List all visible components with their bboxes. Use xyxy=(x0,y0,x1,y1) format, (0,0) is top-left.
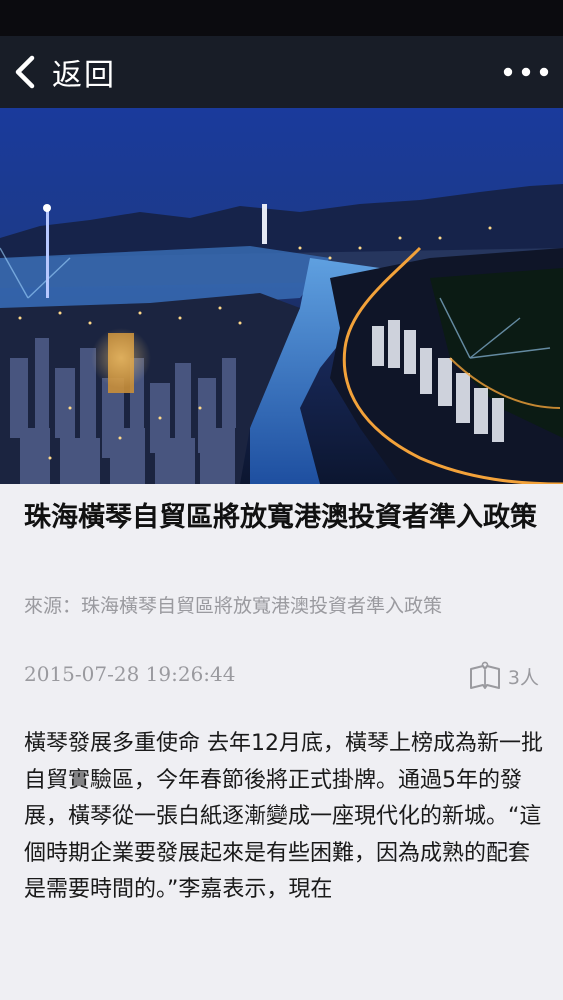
more-button[interactable] xyxy=(499,52,553,92)
back-button[interactable]: 返回 xyxy=(12,48,116,96)
article-title: 珠海橫琴自貿區將放寬港澳投資者準入政策 xyxy=(24,502,537,533)
nav-bar: 返回 xyxy=(0,36,563,108)
readers-count-label: 3人 xyxy=(507,666,539,689)
back-label: 返回 xyxy=(52,58,116,93)
more-horizontal-icon xyxy=(503,67,549,77)
book-reader-icon xyxy=(469,661,500,689)
chevron-left-icon xyxy=(15,55,35,89)
article-source: 來源：珠海橫琴自貿區將放寬港澳投資者準入政策 xyxy=(24,595,443,617)
status-bar xyxy=(0,0,563,36)
article-timestamp: 2015-07-28 19:26:44 xyxy=(24,662,236,686)
article-body: 橫琴發展多重使命 去年12月底，橫琴上榜成為新一批自貿實驗區，今年春節後將正式掛… xyxy=(24,731,543,902)
article: 珠海橫琴自貿區將放寬港澳投資者準入政策 來源：珠海橫琴自貿區將放寬港澳投資者準入… xyxy=(0,484,563,1000)
city-skyline-photo xyxy=(0,108,563,484)
readers-count: 3人 xyxy=(468,660,539,692)
hero-image xyxy=(0,108,563,484)
